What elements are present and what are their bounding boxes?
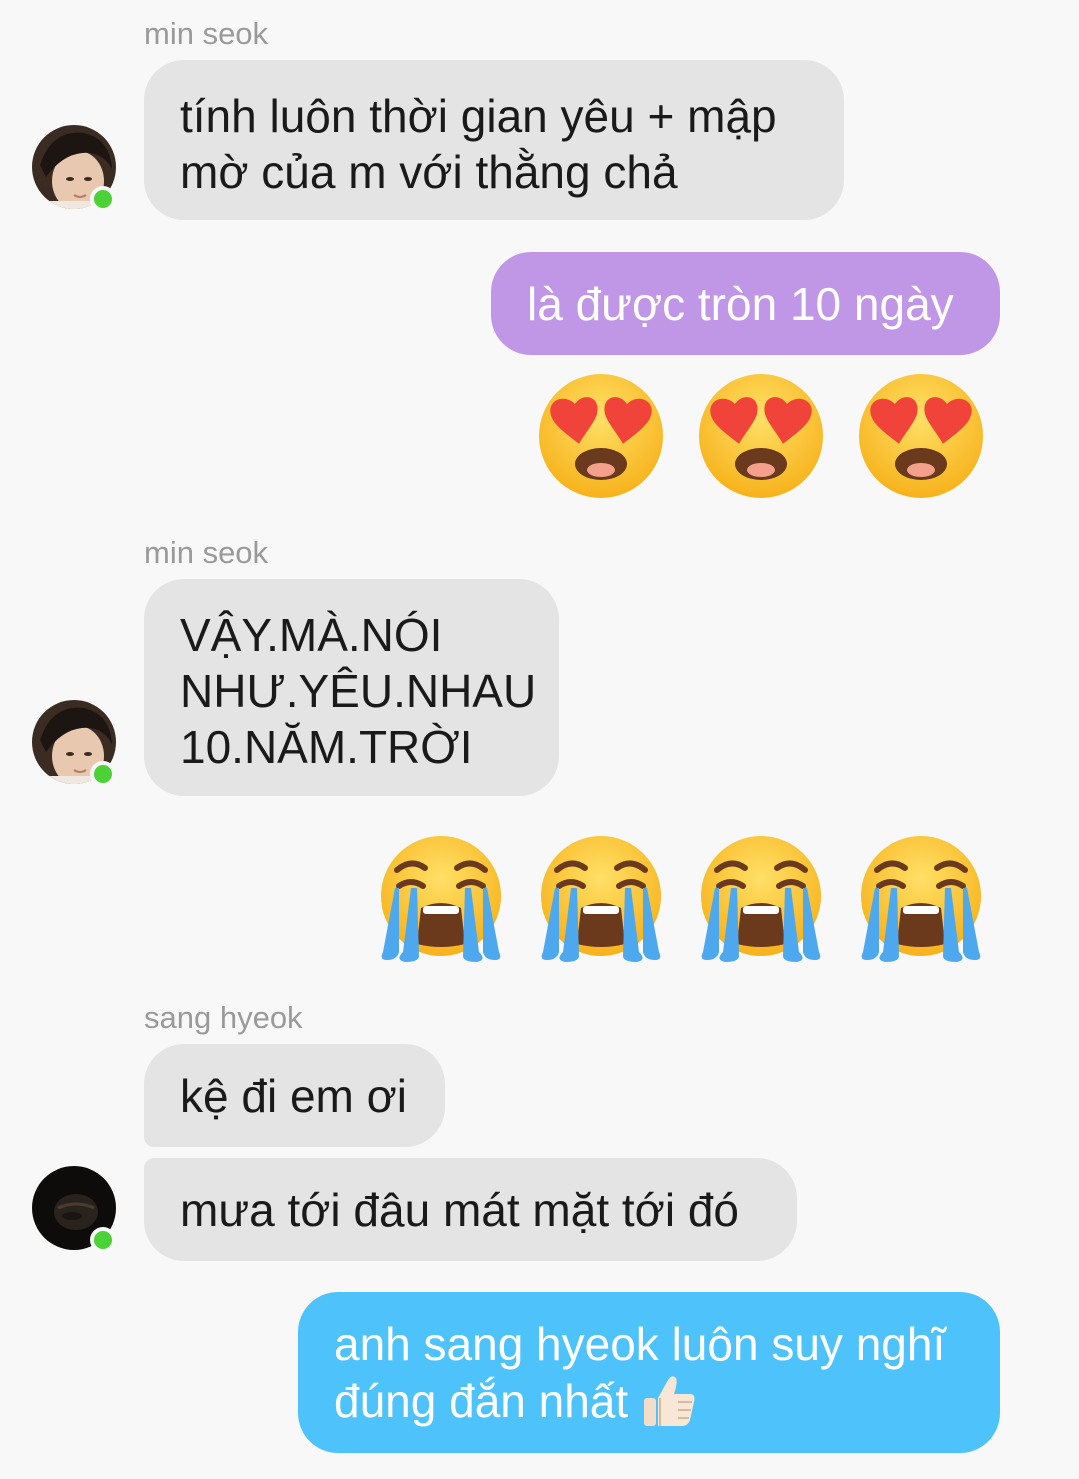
heart-eyes-emoji xyxy=(699,374,823,498)
sender-name: min seok xyxy=(144,16,269,51)
avatar-sang-hyeok[interactable] xyxy=(32,1166,116,1253)
message-text-line: mưa tới đâu mát mặt tới đó xyxy=(180,1184,739,1236)
heart-eyes-emoji xyxy=(539,374,663,498)
message-text-line-with-icon: đúng đắn nhất xyxy=(334,1372,964,1430)
message-text-line: anh sang hyeok luôn suy nghĩ xyxy=(334,1318,946,1370)
incoming-message-bubble[interactable]: tính luôn thời gian yêu + mập mờ của m v… xyxy=(144,60,844,220)
loudly-crying-emoji xyxy=(541,836,661,962)
message-text-line: VẬY.MÀ.NÓI xyxy=(180,609,443,661)
outgoing-message-bubble[interactable]: anh sang hyeok luôn suy nghĩ đúng đắn nh… xyxy=(298,1292,1000,1453)
online-status-dot xyxy=(90,1227,116,1253)
message-text-line: là được tròn 10 ngày xyxy=(527,278,954,330)
sender-name: sang hyeok xyxy=(144,1000,303,1035)
online-status-dot xyxy=(90,761,116,787)
avatar-min-seok[interactable] xyxy=(32,125,116,212)
online-status-dot xyxy=(90,186,116,212)
loudly-crying-emoji xyxy=(381,836,501,962)
sender-name: min seok xyxy=(144,535,269,570)
incoming-message-bubble[interactable]: kệ đi em ơi xyxy=(144,1044,445,1147)
emoji-reaction-row xyxy=(535,370,987,502)
loudly-crying-emoji xyxy=(861,836,981,962)
loudly-crying-emoji xyxy=(701,836,821,962)
message-text-line: 10.NĂM.TRỜI xyxy=(180,721,473,773)
message-text-line: tính luôn thời gian yêu + mập xyxy=(180,90,777,142)
incoming-message-bubble[interactable]: VẬY.MÀ.NÓI NHƯ.YÊU.NHAU 10.NĂM.TRỜI xyxy=(144,579,559,796)
thumbs-up-icon xyxy=(644,1376,695,1426)
message-text-line: kệ đi em ơi xyxy=(180,1070,408,1122)
outgoing-message-bubble[interactable]: là được tròn 10 ngày xyxy=(491,252,1000,355)
heart-eyes-emoji xyxy=(859,374,983,498)
message-text-line: NHƯ.YÊU.NHAU xyxy=(180,665,537,717)
message-text: đúng đắn nhất xyxy=(334,1375,629,1427)
avatar-min-seok[interactable] xyxy=(32,700,116,787)
emoji-reaction-row xyxy=(375,832,987,964)
incoming-message-bubble[interactable]: mưa tới đâu mát mặt tới đó xyxy=(144,1158,797,1261)
message-text-line: mờ của m với thằng chả xyxy=(180,146,678,198)
